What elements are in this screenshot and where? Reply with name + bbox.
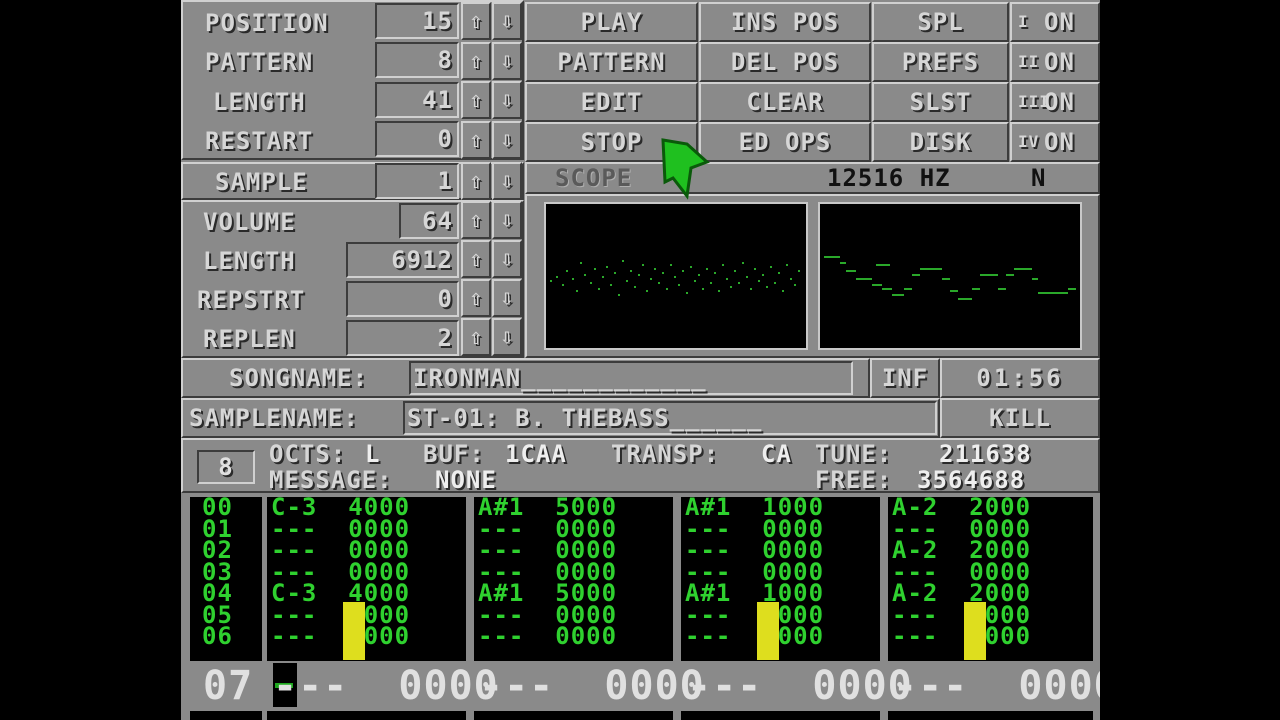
current-row-cell[interactable]: --- 0000: [479, 661, 705, 711]
position-value-box: 15: [375, 3, 459, 39]
next-row-stub: [888, 711, 1093, 720]
protracker-window: POSITION PATTERN LENGTH RESTART 15 8 41 …: [181, 0, 1100, 720]
scope-mode: N: [1031, 164, 1047, 192]
inf-button[interactable]: INF: [870, 358, 940, 398]
ins-pos-button[interactable]: INS POS: [699, 2, 871, 42]
pattern-cell[interactable]: --- 0000: [267, 624, 466, 647]
kill-button[interactable]: KILL: [940, 398, 1100, 438]
next-row-stub: [190, 711, 262, 720]
channel-4-toggle[interactable]: IV ON: [1010, 122, 1100, 162]
repstrt-value-box: 0: [346, 281, 459, 317]
prefs-button[interactable]: PREFS: [872, 42, 1009, 82]
replen-up-arrow-icon[interactable]: ⇧: [461, 318, 491, 356]
restart-value-box: 0: [375, 121, 459, 157]
current-row-number: 07: [203, 663, 254, 709]
sample-label: SAMPLE: [215, 168, 308, 196]
repstrt-label: REPSTRT: [197, 286, 306, 314]
pattern-cell[interactable]: --- 0000: [681, 624, 880, 647]
restart-up-arrow-icon[interactable]: ⇧: [461, 121, 491, 159]
buf-value: 1CAA: [505, 440, 567, 468]
current-row-cell[interactable]: --- 0000: [893, 661, 1100, 711]
edit-button[interactable]: EDIT: [525, 82, 698, 122]
channel-1-toggle[interactable]: I ON: [1010, 2, 1100, 42]
mouse-pointer-icon: [661, 138, 710, 200]
replen-down-arrow-icon[interactable]: ⇩: [492, 318, 522, 356]
scope-label[interactable]: SCOPE: [555, 160, 632, 196]
position-label: POSITION: [205, 9, 329, 37]
pattern-cell[interactable]: --- 0000: [888, 624, 1093, 647]
sample-length-up-arrow-icon[interactable]: ⇧: [461, 240, 491, 278]
pattern-cell[interactable]: --- 0000: [474, 624, 673, 647]
clear-button[interactable]: CLEAR: [699, 82, 871, 122]
repstrt-up-arrow-icon[interactable]: ⇧: [461, 279, 491, 317]
sample-length-down-arrow-icon[interactable]: ⇩: [492, 240, 522, 278]
length-down-arrow-icon[interactable]: ⇩: [492, 81, 522, 119]
current-row-cell[interactable]: --- 0000: [687, 661, 913, 711]
current-row-cell[interactable]: --- 0000: [273, 661, 499, 711]
pattern-down-arrow-icon[interactable]: ⇩: [492, 42, 522, 80]
transp-label: TRANSP:: [611, 440, 720, 468]
channel-2-column[interactable]: A#1 5000 --- 0000 --- 0000 --- 0000 A#1 …: [474, 495, 673, 661]
length-label: LENGTH: [213, 88, 306, 116]
restart-down-arrow-icon[interactable]: ⇩: [492, 121, 522, 159]
row-numbers: 00 01 02 03 04 05 06: [190, 495, 262, 661]
channel-4-column[interactable]: A-2 2000 --- 0000 A-2 2000 --- 0000 A-2 …: [888, 495, 1093, 661]
pattern-up-arrow-icon[interactable]: ⇧: [461, 42, 491, 80]
sample-value-box: 1: [375, 163, 459, 199]
length-value-box: 41: [375, 82, 459, 118]
volume-down-arrow-icon[interactable]: ⇩: [492, 201, 522, 239]
pattern-number-box: 8: [197, 450, 255, 484]
pattern-label: PATTERN: [205, 48, 314, 76]
play-button[interactable]: PLAY: [525, 2, 698, 42]
scope-bar: SCOPE 12516 HZ N: [525, 162, 1100, 194]
slst-button[interactable]: SLST: [872, 82, 1009, 122]
pattern-play-button[interactable]: PATTERN: [525, 42, 698, 82]
position-down-arrow-icon[interactable]: ⇩: [492, 2, 522, 40]
volume-up-arrow-icon[interactable]: ⇧: [461, 201, 491, 239]
sample-down-arrow-icon[interactable]: ⇩: [492, 162, 522, 200]
transp-value: CA: [761, 440, 792, 468]
length-up-arrow-icon[interactable]: ⇧: [461, 81, 491, 119]
disk-button[interactable]: DISK: [872, 122, 1009, 162]
scope-right-waveform: [824, 256, 1076, 300]
replen-value-box: 2: [346, 320, 459, 356]
volume-value-box: 64: [399, 203, 459, 239]
songname-label: SONGNAME:: [229, 364, 369, 392]
next-row-stub: [267, 711, 466, 720]
scope-left-waveform: [550, 260, 800, 296]
pattern-value-box: 8: [375, 42, 459, 78]
channel-3-toggle[interactable]: III ON: [1010, 82, 1100, 122]
scope-frequency: 12516 HZ: [827, 164, 951, 192]
channel-3-column[interactable]: A#1 1000 --- 0000 --- 0000 --- 0000 A#1 …: [681, 495, 880, 661]
next-row-stub: [474, 711, 673, 720]
next-row-stub: [681, 711, 880, 720]
songname-field[interactable]: IRONMAN____________: [409, 361, 853, 395]
ed-ops-button[interactable]: ED OPS: [699, 122, 871, 162]
volume-label: VOLUME: [203, 208, 296, 236]
scope-right: [818, 202, 1082, 350]
time-display: 01:56: [940, 358, 1100, 398]
row-number: 06: [202, 622, 233, 650]
vu-meter-1: [343, 602, 365, 660]
restart-label: RESTART: [205, 127, 314, 155]
status-panel: 8 OCTS: L BUF: 1CAA TRANSP: CA TUNE: 211…: [181, 438, 1100, 494]
del-pos-button[interactable]: DEL POS: [699, 42, 871, 82]
sample-length-value-box: 6912: [346, 242, 459, 278]
position-up-arrow-icon[interactable]: ⇧: [461, 2, 491, 40]
sample-up-arrow-icon[interactable]: ⇧: [461, 162, 491, 200]
sample-length-label: LENGTH: [203, 247, 296, 275]
channel-2-toggle[interactable]: II ON: [1010, 42, 1100, 82]
vu-meter-4: [964, 602, 986, 660]
spl-button[interactable]: SPL: [872, 2, 1009, 42]
scope-left: [544, 202, 808, 350]
replen-label: REPLEN: [203, 325, 296, 353]
samplename-field[interactable]: ST-01: B. THEBASS______: [403, 401, 937, 435]
samplename-label: SAMPLENAME:: [189, 404, 359, 432]
vu-meter-3: [757, 602, 779, 660]
repstrt-down-arrow-icon[interactable]: ⇩: [492, 279, 522, 317]
channel-1-column[interactable]: C-3 4000 --- 0000 --- 0000 --- 0000 C-3 …: [267, 495, 466, 661]
